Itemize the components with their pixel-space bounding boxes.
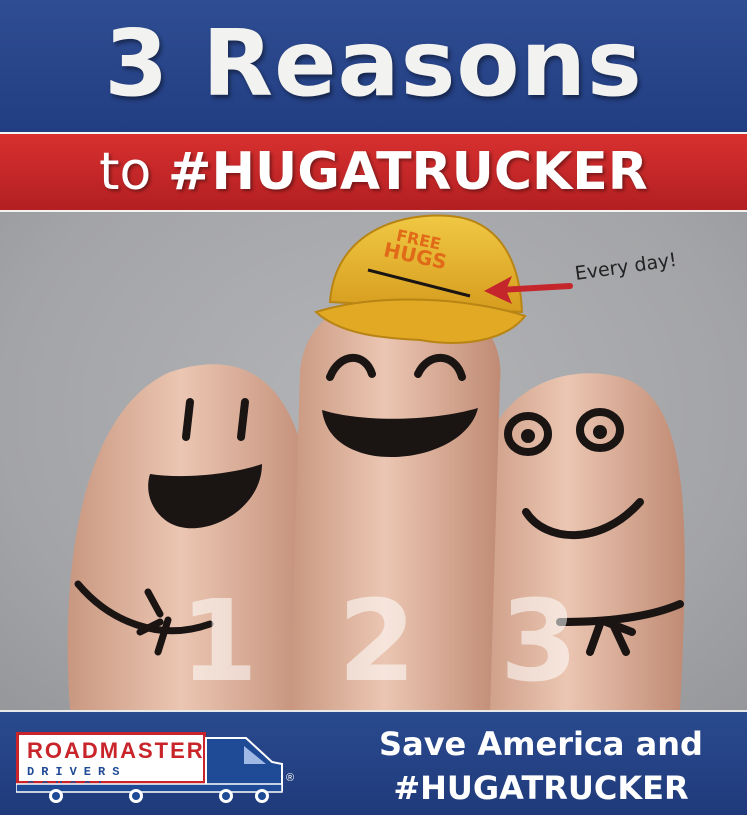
footer-line-1: Save America and xyxy=(379,725,703,763)
subtitle-hashtag: #HUGATRUCKER xyxy=(167,142,648,202)
reason-number-3: 3 xyxy=(500,577,578,707)
registered-mark: ® xyxy=(286,772,295,784)
subtitle-prefix: to xyxy=(99,142,152,202)
bottom-banner: ROADMASTER DRIVERS SCHOOL ® Save America… xyxy=(0,710,747,815)
subtitle: to #HUGATRUCKER xyxy=(0,138,747,206)
reason-number-2: 2 xyxy=(338,577,416,707)
reason-number-1: 1 xyxy=(180,577,258,707)
truck-icon xyxy=(16,737,283,803)
footer-line-2: #HUGATRUCKER xyxy=(393,769,689,807)
subtitle-banner: to #HUGATRUCKER xyxy=(0,132,747,212)
footer-message: Save America and #HUGATRUCKER xyxy=(346,722,736,810)
top-banner: 3 Reasons xyxy=(0,0,747,132)
roadmaster-logo: ROADMASTER DRIVERS SCHOOL ® xyxy=(16,732,296,804)
poster: 3 Reasons to #HUGATRUCKER FREE HUGS Ever… xyxy=(0,0,747,815)
page-title: 3 Reasons xyxy=(104,10,643,117)
